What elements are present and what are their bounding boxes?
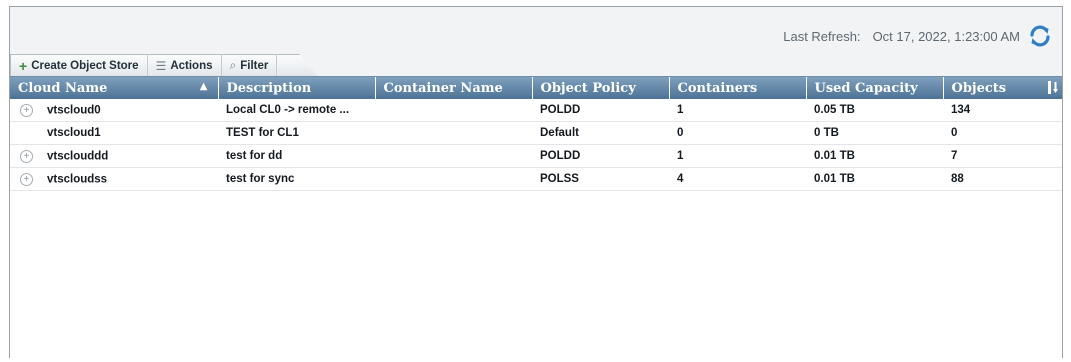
- objects-value: 88: [951, 173, 964, 185]
- objects-value: 7: [951, 150, 958, 162]
- objects-value: 134: [951, 104, 971, 116]
- used-capacity-value: 0.01 TB: [814, 150, 855, 162]
- actions-label: Actions: [170, 59, 213, 72]
- column-header-label: Objects: [951, 80, 1007, 96]
- description-value: Local CL0 -> remote ...: [226, 104, 350, 116]
- cell-used-capacity: 0.01 TB: [806, 144, 943, 168]
- object-store-panel: Last Refresh: Oct 17, 2022, 1:23:00 AM +…: [9, 6, 1063, 359]
- table-row[interactable]: + vtscloudss test for sync POLSS 4 0.01 TB 88: [10, 167, 1062, 191]
- cell-description: Local CL0 -> remote ...: [218, 99, 375, 122]
- cell-container-name: [375, 99, 532, 122]
- cell-object-policy: POLDD: [532, 144, 669, 168]
- used-capacity-value: 0.01 TB: [814, 173, 855, 185]
- column-menu-icon[interactable]: [1048, 81, 1058, 94]
- used-capacity-value: 0.05 TB: [814, 104, 855, 116]
- description-value: TEST for CL1: [226, 127, 299, 139]
- cell-cloud-name: vtscloud1: [10, 121, 218, 145]
- filter-icon: ⌕: [229, 58, 237, 72]
- containers-value: 0: [677, 127, 684, 139]
- cell-description: TEST for CL1: [218, 121, 375, 145]
- cell-object-policy: POLDD: [532, 99, 669, 122]
- object-policy-value: Default: [540, 127, 579, 139]
- cell-used-capacity: 0.05 TB: [806, 99, 943, 122]
- column-header-object-policy[interactable]: Object Policy: [532, 77, 670, 99]
- create-object-store-label: Create Object Store: [31, 59, 139, 72]
- column-header-label: Container Name: [383, 80, 503, 96]
- containers-value: 1: [677, 150, 684, 162]
- table-row[interactable]: + vtscloud0 Local CL0 -> remote ... POLDD 1 0…: [10, 99, 1062, 122]
- object-store-table: Cloud Name ▲ Description Container Name …: [10, 76, 1062, 359]
- column-header-description[interactable]: Description: [218, 77, 376, 99]
- cell-container-name: [375, 144, 532, 168]
- description-value: test for sync: [226, 173, 295, 185]
- column-header-label: Used Capacity: [814, 80, 918, 96]
- description-value: test for dd: [226, 150, 283, 162]
- cell-description: test for sync: [218, 167, 375, 191]
- objects-value: 0: [951, 127, 958, 139]
- cell-object-policy: Default: [532, 121, 669, 145]
- object-policy-value: POLDD: [540, 104, 581, 116]
- column-header-objects[interactable]: Objects: [943, 77, 1062, 99]
- table-row[interactable]: + vtsclouddd test for dd POLDD 1 0.01 TB 7: [10, 144, 1062, 168]
- cell-container-name: [375, 167, 532, 191]
- column-header-container-name[interactable]: Container Name: [375, 77, 533, 99]
- refresh-icon[interactable]: [1028, 24, 1052, 48]
- cloud-name-value: vtscloud1: [47, 127, 101, 139]
- column-header-used-capacity[interactable]: Used Capacity: [806, 77, 944, 99]
- table-header-row: Cloud Name ▲ Description Container Name …: [10, 77, 1062, 99]
- cell-objects: 88: [943, 167, 1062, 191]
- containers-value: 1: [677, 104, 684, 116]
- cell-used-capacity: 0.01 TB: [806, 167, 943, 191]
- cloud-name-value: vtscloud0: [47, 104, 101, 117]
- table-toolbar: + Create Object Store ☰ Actions ⌕ Filter: [10, 54, 318, 76]
- cell-cloud-name: + vtsclouddd: [10, 144, 218, 168]
- expand-icon[interactable]: +: [20, 149, 33, 163]
- column-header-label: Description: [226, 80, 312, 96]
- cell-objects: 0: [943, 121, 1062, 145]
- actions-button[interactable]: ☰ Actions: [147, 54, 222, 76]
- cell-objects: 7: [943, 144, 1062, 168]
- create-object-store-button[interactable]: + Create Object Store: [10, 54, 148, 76]
- sort-ascending-icon: ▲: [199, 80, 208, 92]
- cell-objects: 134: [943, 99, 1062, 122]
- list-icon: ☰: [155, 58, 167, 73]
- cell-containers: 1: [669, 144, 806, 168]
- toolbar-tab-edge: [277, 54, 318, 76]
- cell-container-name: [375, 121, 532, 145]
- column-header-cloud-name[interactable]: Cloud Name ▲: [10, 77, 219, 99]
- column-header-label: Object Policy: [540, 80, 636, 96]
- last-refresh-time: Oct 17, 2022, 1:23:00 AM: [872, 28, 1020, 44]
- cell-cloud-name: + vtscloud0: [10, 99, 218, 122]
- object-policy-value: POLSS: [540, 173, 579, 185]
- cell-containers: 4: [669, 167, 806, 191]
- cell-cloud-name: + vtscloudss: [10, 167, 218, 191]
- cell-containers: 0: [669, 121, 806, 145]
- refresh-bar: Last Refresh: Oct 17, 2022, 1:23:00 AM: [783, 23, 1052, 49]
- cell-object-policy: POLSS: [532, 167, 669, 191]
- cloud-name-value: vtsclouddd: [47, 150, 109, 163]
- column-header-label: Containers: [677, 80, 758, 96]
- cell-used-capacity: 0 TB: [806, 121, 943, 145]
- expand-icon[interactable]: +: [20, 103, 33, 117]
- cell-description: test for dd: [218, 144, 375, 168]
- column-header-containers[interactable]: Containers: [669, 77, 807, 99]
- filter-label: Filter: [240, 59, 269, 72]
- containers-value: 4: [677, 173, 684, 185]
- cell-containers: 1: [669, 99, 806, 122]
- column-header-label: Cloud Name: [18, 80, 108, 96]
- used-capacity-value: 0 TB: [814, 127, 839, 139]
- plus-icon: +: [19, 57, 28, 74]
- last-refresh-label: Last Refresh:: [783, 28, 861, 44]
- object-policy-value: POLDD: [540, 150, 581, 162]
- expand-icon[interactable]: +: [20, 172, 33, 186]
- cloud-name-value: vtscloudss: [47, 173, 108, 186]
- filter-button[interactable]: ⌕ Filter: [221, 54, 278, 76]
- table-body: + vtscloud0 Local CL0 -> remote ... POLDD 1 0…: [10, 99, 1062, 191]
- table-row[interactable]: vtscloud1 TEST for CL1 Default 0 0 TB 0: [10, 121, 1062, 145]
